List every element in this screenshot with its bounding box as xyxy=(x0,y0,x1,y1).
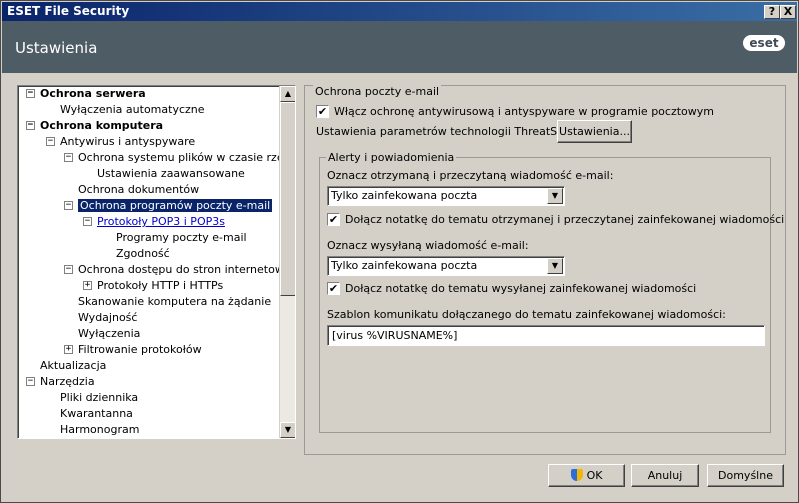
tree-item-label: Ochrona komputera xyxy=(40,119,164,132)
template-input[interactable]: [virus %VIRUSNAME%] xyxy=(327,325,765,346)
tree-item-label: Protokoły HTTP i HTTPs xyxy=(97,279,224,292)
tree-item-label: Aktualizacja xyxy=(40,359,107,372)
threatsense-label: Ustawienia parametrów technologii Threat… xyxy=(316,125,588,138)
scroll-down-icon[interactable]: ▼ xyxy=(280,422,295,438)
tree-item-scheduler[interactable]: Harmonogram xyxy=(60,422,139,438)
received-mark-select[interactable]: Tylko zainfekowana poczta ▼ xyxy=(327,186,565,206)
scroll-thumb[interactable] xyxy=(280,102,295,296)
alerts-title: Alerty i powiadomienia xyxy=(326,151,457,164)
tree-item-label: Programy poczty e-mail xyxy=(116,231,247,244)
tree-item-label: Ustawienia zaawansowane xyxy=(97,167,245,180)
window-title: ESET File Security xyxy=(7,4,130,18)
tree-item-http[interactable]: + Protokoły HTTP i HTTPs xyxy=(83,278,224,294)
tree-item-log-files[interactable]: Pliki dziennika xyxy=(60,390,138,406)
sent-label: Oznacz wysyłaną wiadomość e-mail: xyxy=(327,239,529,252)
expand-icon[interactable]: + xyxy=(83,281,92,290)
tree-item-label: Antywirus i antyspyware xyxy=(60,135,196,148)
collapse-icon[interactable]: − xyxy=(46,137,55,146)
received-label: Oznacz otrzymaną i przeczytaną wiadomość… xyxy=(327,169,614,182)
enable-protection-checkbox[interactable]: ✔ xyxy=(316,105,329,118)
collapse-icon[interactable]: − xyxy=(26,121,35,130)
tree-item-label: Wydajność xyxy=(78,311,138,324)
collapse-icon[interactable]: − xyxy=(26,89,35,98)
email-protection-panel: Ochrona poczty e-mail ✔ Włącz ochronę an… xyxy=(304,85,786,455)
tree-item-label: Narzędzia xyxy=(40,375,95,388)
tree-item-pop3[interactable]: − Protokoły POP3 i POP3s xyxy=(83,214,225,230)
tree-item-protocol-filtering[interactable]: + Filtrowanie protokołów xyxy=(64,342,202,358)
tree-item-server-protection[interactable]: − Ochrona serwera xyxy=(26,86,146,102)
collapse-icon[interactable]: − xyxy=(64,265,73,274)
collapse-icon[interactable]: − xyxy=(83,217,92,226)
tree-item-label: Skanowanie komputera na żądanie xyxy=(78,295,272,308)
received-select-value: Tylko zainfekowana poczta xyxy=(331,189,478,202)
chevron-down-icon[interactable]: ▼ xyxy=(547,188,563,204)
tree-item-label: Ochrona dokumentów xyxy=(78,183,200,196)
sent-note-label: Dołącz notatkę do tematu wysyłanej zainf… xyxy=(345,282,697,295)
tree-item-auto-exclusions[interactable]: Wyłączenia automatyczne xyxy=(60,102,205,118)
tree-item-email-protection[interactable]: − Ochrona programów poczty e-mail xyxy=(64,198,273,214)
tree-item-tools[interactable]: − Narzędzia xyxy=(26,374,95,390)
title-bar: ESET File Security ? X xyxy=(2,2,797,21)
tree-item-compatibility[interactable]: Zgodność xyxy=(116,246,170,262)
tree-item-label: Kwarantanna xyxy=(60,407,133,420)
settings-window: ESET File Security ? X Ustawienia eset −… xyxy=(0,0,799,503)
received-note-checkbox[interactable]: ✔ xyxy=(327,213,340,226)
tree-item-label: Protokoły POP3 i POP3s xyxy=(97,215,225,228)
tree-item-label: Pliki dziennika xyxy=(60,391,139,404)
ok-button[interactable]: OK xyxy=(548,464,625,487)
sent-select-value: Tylko zainfekowana poczta xyxy=(331,259,478,272)
collapse-icon[interactable]: − xyxy=(26,377,35,386)
tree-item-label: Ochrona programów poczty e-mail xyxy=(78,199,273,212)
tree-item-advanced-settings[interactable]: Ustawienia zaawansowane xyxy=(97,166,245,182)
header-title: Ustawienia xyxy=(15,39,98,57)
expand-icon[interactable]: + xyxy=(64,345,73,354)
alerts-group: Alerty i powiadomienia Oznacz otrzymaną … xyxy=(319,151,784,433)
tree-item-label: Wyłączenia xyxy=(78,327,141,340)
close-button[interactable]: X xyxy=(780,5,796,19)
threatsense-settings-button[interactable]: Ustawienia... xyxy=(557,120,632,143)
tree-content: − Ochrona serwera Wyłączenia automatyczn… xyxy=(18,86,281,438)
tree-item-realtime-protection[interactable]: − Ochrona systemu plików w czasie rzeczy… xyxy=(64,150,281,166)
tree-item-update[interactable]: Aktualizacja xyxy=(40,358,106,374)
tree-item-exclusions[interactable]: Wyłączenia xyxy=(78,326,140,342)
panel-title: Ochrona poczty e-mail xyxy=(313,85,442,98)
tree-item-document-protection[interactable]: Ochrona dokumentów xyxy=(78,182,199,198)
tree-item-label: Ochrona serwera xyxy=(40,87,146,100)
tree-item-ondemand-scan[interactable]: Skanowanie komputera na żądanie xyxy=(78,294,271,310)
sent-note-checkbox[interactable]: ✔ xyxy=(327,282,340,295)
received-note-label: Dołącz notatkę do tematu otrzymanej i pr… xyxy=(345,213,785,226)
tree-item-label: Wyłączenia automatyczne xyxy=(60,103,205,116)
tree-scrollbar[interactable]: ▲ ▼ xyxy=(279,86,295,438)
default-button[interactable]: Domyślne xyxy=(707,464,784,487)
collapse-icon[interactable]: − xyxy=(64,201,73,210)
cancel-button[interactable]: Anuluj xyxy=(631,464,699,487)
chevron-down-icon[interactable]: ▼ xyxy=(547,258,563,274)
template-label: Szablon komunikatu dołączanego do tematu… xyxy=(327,308,726,321)
collapse-icon[interactable]: − xyxy=(64,153,73,162)
tree-item-antivirus[interactable]: − Antywirus i antyspyware xyxy=(46,134,196,150)
tree-item-label: Zgodność xyxy=(116,247,170,260)
enable-protection-label: Włącz ochronę antywirusową i antyspyware… xyxy=(334,105,714,118)
help-button[interactable]: ? xyxy=(764,5,780,19)
sent-mark-select[interactable]: Tylko zainfekowana poczta ▼ xyxy=(327,256,565,276)
tree-item-web-access[interactable]: − Ochrona dostępu do stron internetowych xyxy=(64,262,281,278)
ok-label: OK xyxy=(586,469,603,482)
scroll-up-icon[interactable]: ▲ xyxy=(280,86,295,102)
settings-tree: − Ochrona serwera Wyłączenia automatyczn… xyxy=(17,85,296,439)
tree-item-performance[interactable]: Wydajność xyxy=(78,310,137,326)
tree-item-quarantine[interactable]: Kwarantanna xyxy=(60,406,133,422)
tree-item-label: Harmonogram xyxy=(60,423,140,436)
eset-logo: eset xyxy=(743,35,785,51)
tree-item-label: Ochrona dostępu do stron internetowych xyxy=(78,263,281,276)
tree-item-computer-protection[interactable]: − Ochrona komputera xyxy=(26,118,164,134)
header-banner: Ustawienia eset xyxy=(2,21,797,73)
tree-item-email-clients[interactable]: Programy poczty e-mail xyxy=(116,230,247,246)
tree-item-label: Ochrona systemu plików w czasie rzeczywi… xyxy=(78,151,281,164)
shield-icon xyxy=(570,469,583,481)
tree-item-label: Filtrowanie protokołów xyxy=(78,343,202,356)
